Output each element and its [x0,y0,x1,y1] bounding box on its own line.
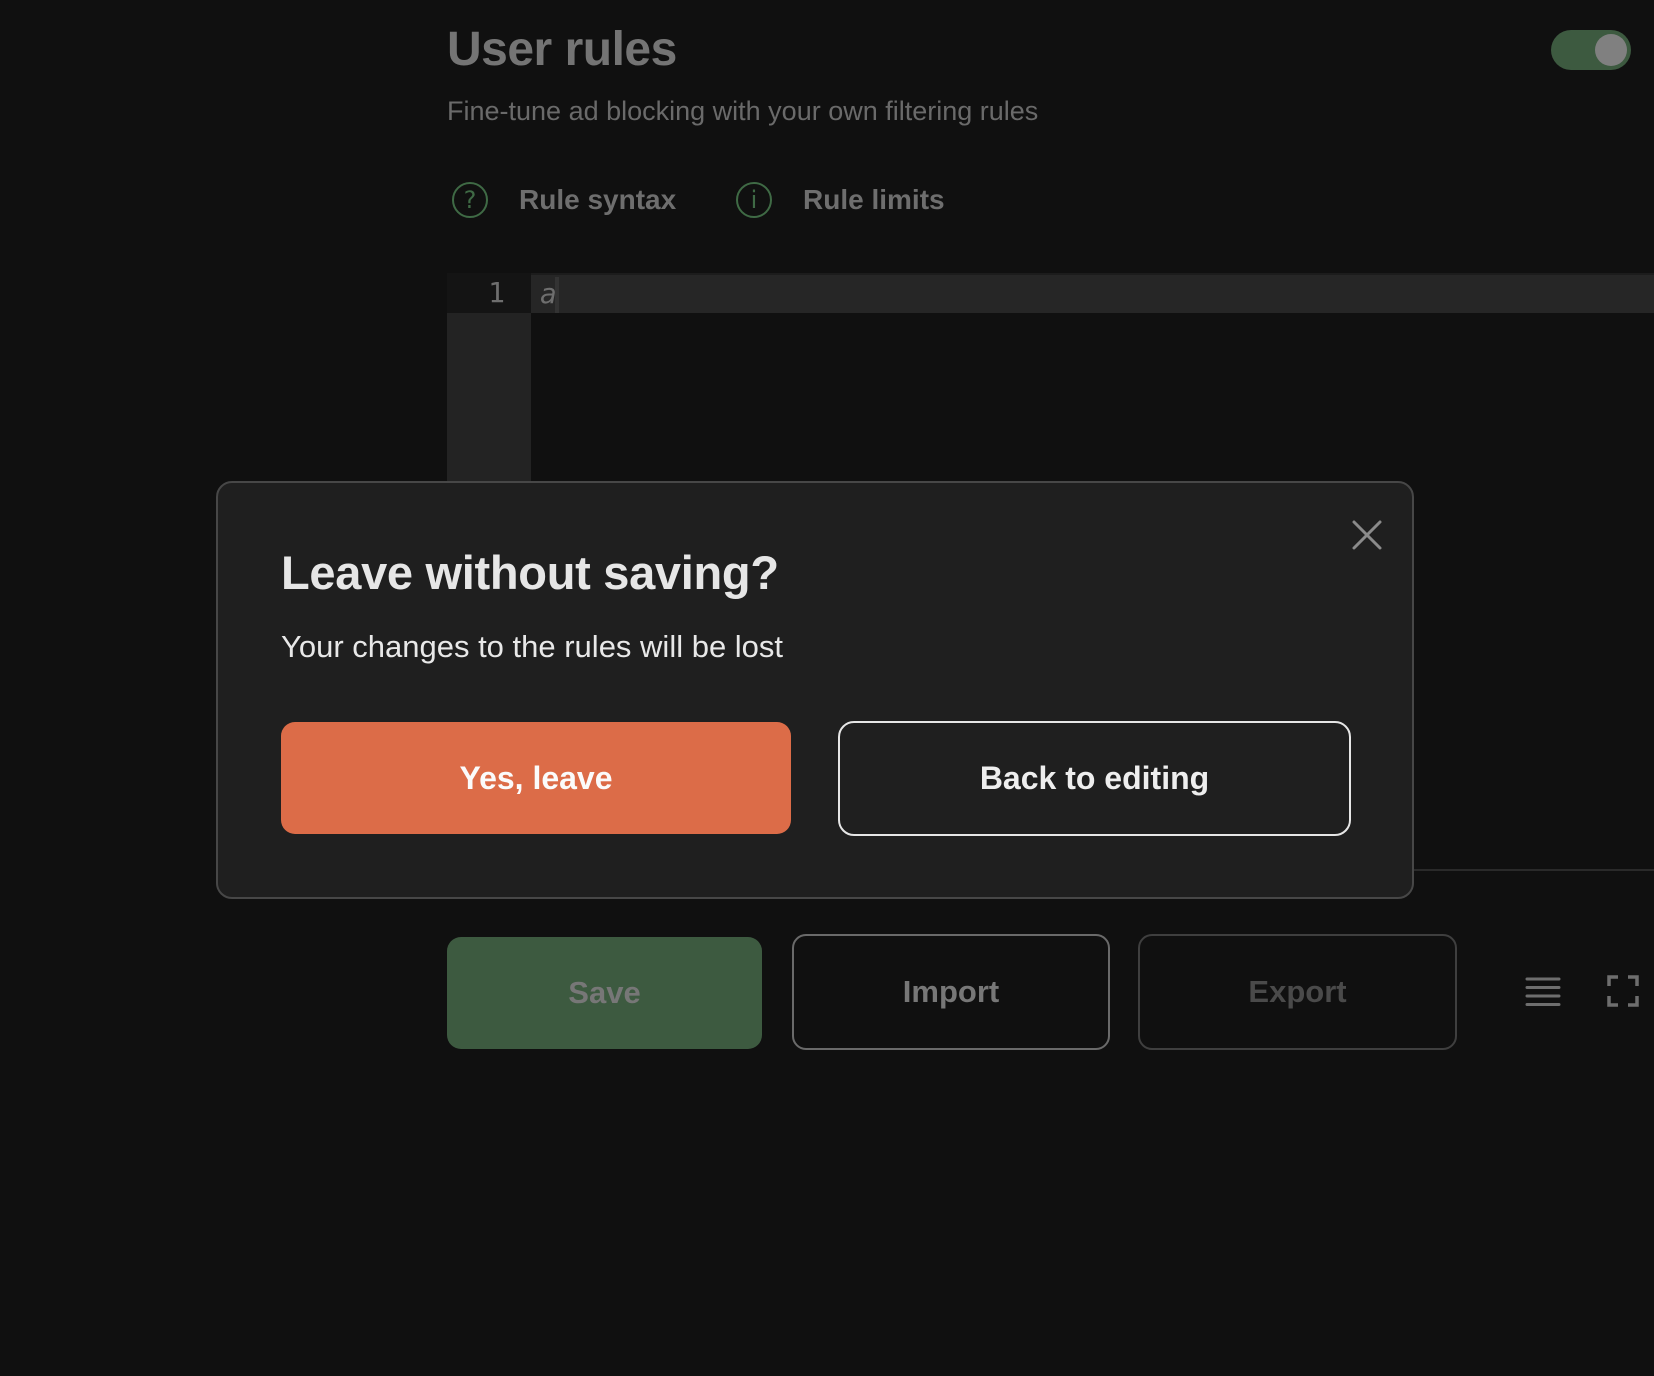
rule-limits-label: Rule limits [803,184,945,215]
page-subtitle: Fine-tune ad blocking with your own filt… [447,96,1039,126]
close-icon[interactable] [1349,517,1385,553]
dialog-title: Leave without saving? [281,546,779,599]
save-button[interactable]: Save [447,937,762,1049]
active-line[interactable]: a [531,273,1654,313]
text-cursor [555,277,559,313]
export-button[interactable]: Export [1138,934,1457,1050]
info-circle-icon: i [736,182,772,218]
fullscreen-icon[interactable] [1607,975,1639,1012]
rule-limits-link[interactable]: i Rule limits [736,180,945,220]
line-number: 1 [447,273,531,313]
user-rules-toggle[interactable] [1551,30,1631,70]
rule-syntax-link[interactable]: ? Rule syntax [452,180,676,220]
yes-leave-button[interactable]: Yes, leave [281,722,791,834]
dialog-message: Your changes to the rules will be lost [281,629,784,664]
import-button[interactable]: Import [792,934,1110,1050]
back-to-editing-button[interactable]: Back to editing [838,721,1351,836]
toggle-knob [1595,34,1627,66]
list-icon[interactable] [1524,975,1562,1014]
question-circle-icon: ? [452,182,488,218]
rule-syntax-label: Rule syntax [519,184,677,215]
leave-confirm-dialog: Leave without saving? Your changes to th… [216,481,1414,899]
page-title: User rules [447,23,677,76]
